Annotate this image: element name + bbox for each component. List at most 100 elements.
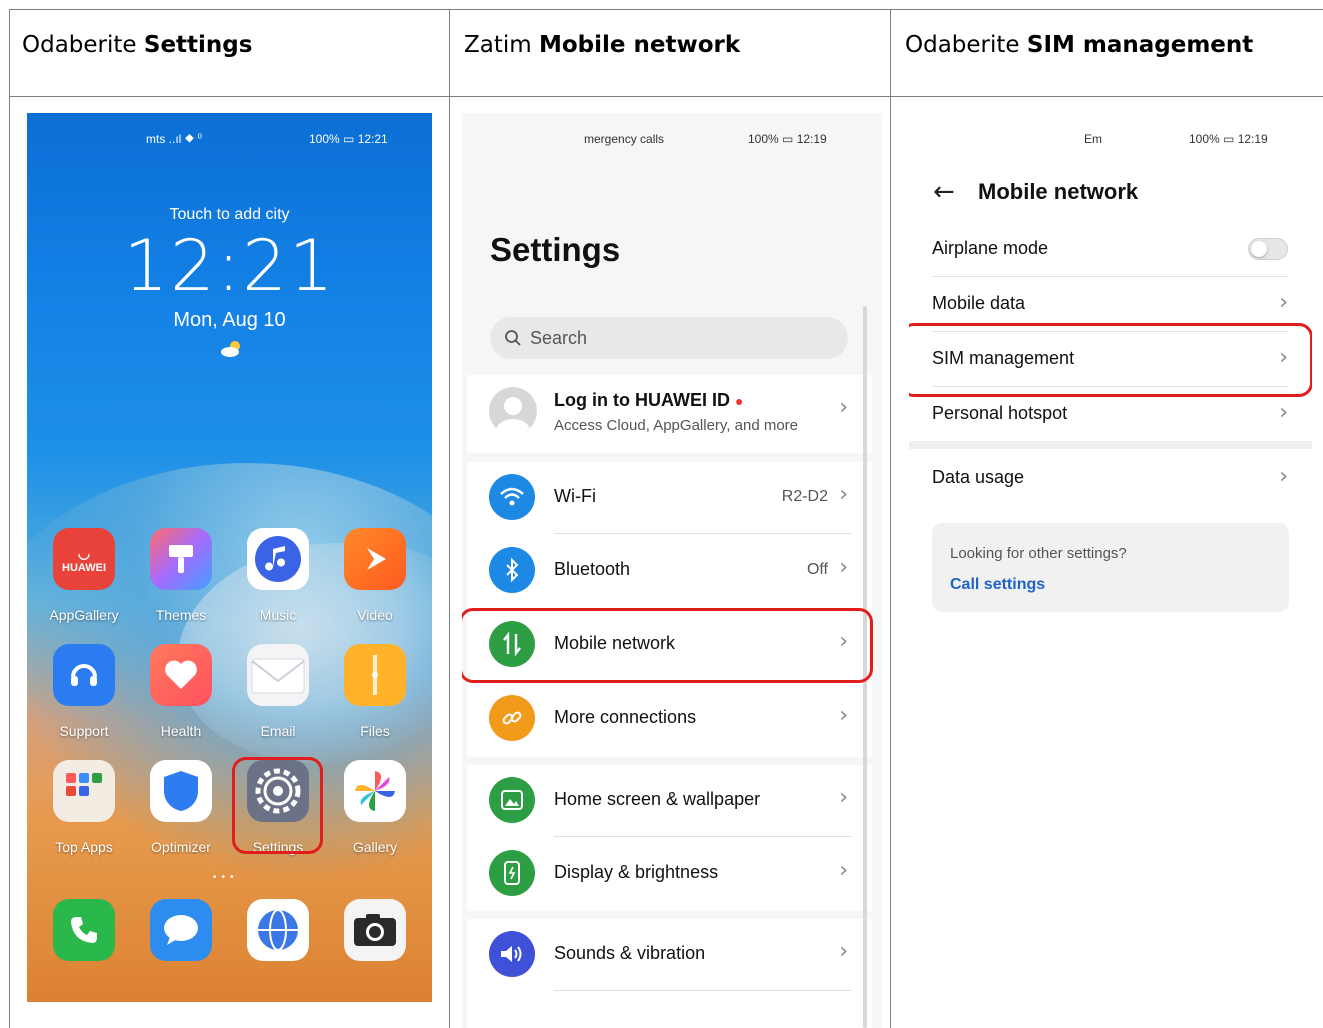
divider [554, 836, 852, 837]
app-label: AppGallery [49, 607, 119, 623]
column-divider [890, 9, 891, 1028]
app-themes[interactable]: Themes [145, 528, 217, 623]
dock-phone[interactable] [48, 899, 120, 961]
sim-management-highlight [909, 323, 1312, 397]
search-icon [505, 330, 521, 346]
chevron-right-icon: › [839, 858, 848, 883]
column-divider [449, 9, 450, 1028]
app-optimizer[interactable]: Optimizer [145, 760, 217, 855]
folder-icon [344, 644, 406, 706]
step-3-header: Odaberite SIM management [905, 32, 1254, 58]
settings-highlight [232, 757, 323, 854]
link-icon [489, 695, 535, 741]
app-video[interactable]: Video [339, 528, 411, 623]
speaker-icon [489, 931, 535, 977]
airplane-mode-toggle[interactable] [1248, 238, 1288, 260]
globe-icon [247, 899, 309, 961]
phone-brightness-icon [489, 850, 535, 896]
add-city-label[interactable]: Touch to add city [27, 206, 432, 224]
pinwheel-icon [344, 760, 406, 822]
appgallery-icon: ◡ HUAWEI [53, 528, 115, 590]
row-label: More connections [554, 707, 697, 727]
row-airplane-mode[interactable]: Airplane mode [909, 222, 1312, 277]
chevron-right-icon: › [1279, 290, 1288, 315]
dock-browser[interactable] [242, 899, 314, 961]
chevron-right-icon: › [839, 939, 848, 964]
row-label: Home screen & wallpaper [554, 789, 761, 809]
display-group: Home screen & wallpaper › Display & brig… [467, 765, 872, 911]
heart-icon [150, 644, 212, 706]
dock-camera[interactable] [339, 899, 411, 961]
app-support[interactable]: Support [48, 644, 120, 739]
weather-icon [220, 339, 244, 364]
status-left: Em [1084, 132, 1102, 146]
page-title: Mobile network [978, 179, 1139, 204]
chevron-right-icon: › [839, 395, 848, 420]
envelope-icon [247, 644, 309, 706]
app-label: Video [357, 607, 393, 623]
app-appgallery[interactable]: ◡ HUAWEI AppGallery [48, 528, 120, 623]
app-health[interactable]: Health [145, 644, 217, 739]
row-label: Airplane mode [932, 238, 1049, 258]
play-icon [344, 528, 406, 590]
call-settings-link[interactable]: Call settings [950, 576, 1045, 594]
account-title: Log in to HUAWEI ID ● [554, 390, 744, 410]
app-email[interactable]: Email [242, 644, 314, 739]
header-divider [9, 96, 1323, 97]
app-music[interactable]: Music [242, 528, 314, 623]
page-indicator: ••• [213, 872, 239, 883]
settings-row-wifi[interactable]: Wi-Fi R2-D2 › [467, 462, 872, 534]
image-icon [489, 777, 535, 823]
page-title: Settings [490, 231, 621, 268]
app-gallery[interactable]: Gallery [339, 760, 411, 855]
search-input[interactable]: Search [490, 317, 848, 359]
row-data-usage[interactable]: Data usage › [909, 451, 1312, 506]
settings-row-sounds[interactable]: Sounds & vibration › [467, 919, 872, 991]
row-label: Wi-Fi [554, 486, 596, 506]
settings-screenshot: mergency calls 100% ▭ 12:19 Settings Sea… [462, 113, 882, 1028]
chevron-right-icon: › [839, 703, 848, 728]
row-value: R2-D2 [781, 488, 828, 505]
settings-row-display[interactable]: Display & brightness › [467, 838, 872, 910]
headset-icon [53, 644, 115, 706]
status-right: 100% ▭ 12:21 [309, 132, 388, 146]
other-settings-prompt: Looking for other settings? [950, 545, 1127, 562]
avatar [489, 387, 537, 435]
sound-group: Sounds & vibration › [467, 919, 872, 1028]
status-left: mergency calls [584, 132, 665, 146]
camera-icon [344, 899, 406, 961]
dock-messages[interactable] [145, 899, 217, 961]
other-settings-card: Looking for other settings? Call setting… [932, 523, 1289, 612]
row-label: Bluetooth [554, 559, 631, 579]
step-2-header: Zatim Mobile network [464, 32, 741, 58]
settings-row-home-screen[interactable]: Home screen & wallpaper › [467, 765, 872, 837]
paintbrush-icon [150, 528, 212, 590]
chevron-right-icon: › [1279, 400, 1288, 425]
clock: 12:21 [123, 225, 336, 307]
message-bubble-icon [150, 899, 212, 961]
music-note-icon [247, 528, 309, 590]
mobile-network-highlight [462, 608, 873, 683]
home-screen-screenshot: mts ..ıl ⯁ ⁰ 100% ▭ 12:21 Touch to add c… [27, 113, 432, 1002]
phone-icon [53, 899, 115, 961]
app-label: Optimizer [151, 839, 211, 855]
app-label: Email [260, 723, 296, 739]
row-value: Off [806, 561, 828, 578]
divider [554, 533, 852, 534]
status-left: mts ..ıl ⯁ ⁰ [146, 132, 202, 146]
mobile-network-screenshot: Em 100% ▭ 12:19 ← Mobile network Airplan… [909, 113, 1312, 1028]
date: Mon, Aug 10 [173, 309, 286, 331]
search-placeholder: Search [530, 327, 588, 348]
huawei-id-row[interactable]: Log in to HUAWEI ID ● Access Cloud, AppG… [467, 375, 872, 453]
row-label: Personal hotspot [932, 403, 1068, 423]
back-arrow-icon[interactable]: ← [933, 177, 955, 207]
section-gap [909, 441, 1312, 449]
settings-row-bluetooth[interactable]: Bluetooth Off › [467, 535, 872, 607]
row-label: Data usage [932, 467, 1025, 487]
app-label: Support [59, 723, 109, 739]
app-label: Files [360, 723, 390, 739]
settings-row-more-connections[interactable]: More connections › [467, 683, 872, 755]
app-top-apps[interactable]: Top Apps [48, 760, 120, 855]
bluetooth-icon [489, 547, 535, 593]
app-files[interactable]: Files [339, 644, 411, 739]
